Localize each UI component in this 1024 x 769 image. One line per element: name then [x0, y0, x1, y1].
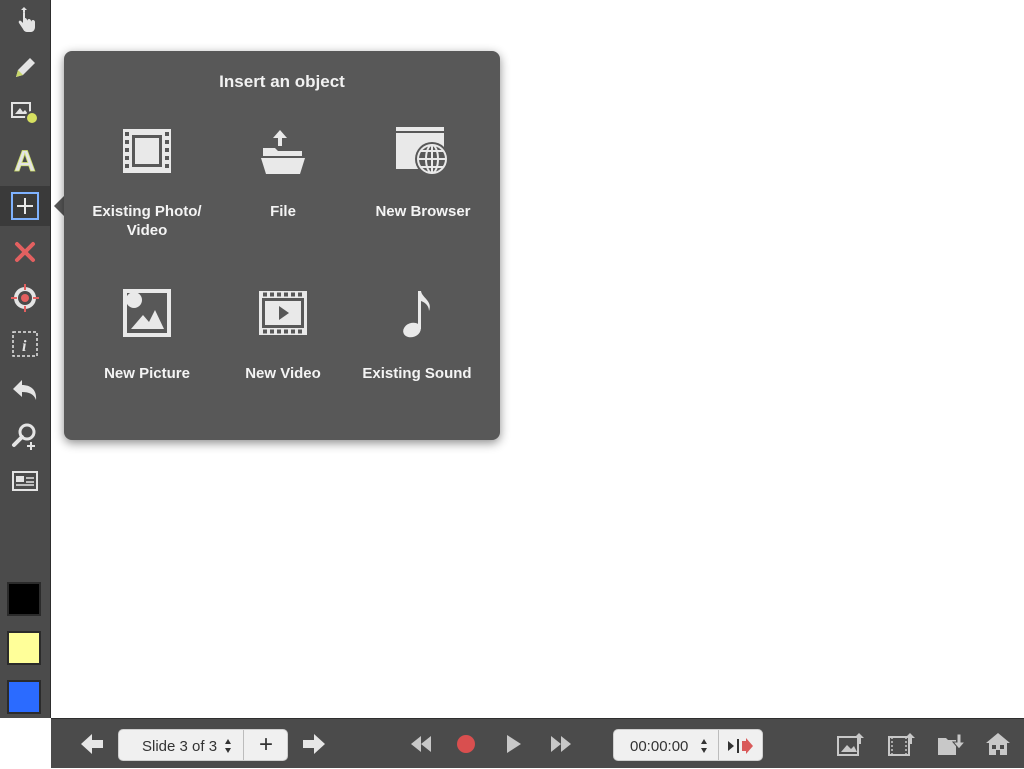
new-picture-label: New Picture — [104, 365, 190, 382]
svg-text:A: A — [14, 145, 36, 174]
slide-image-icon — [12, 471, 38, 491]
picture-export-icon — [837, 733, 864, 756]
time-divider — [718, 730, 719, 760]
existing-sound-label: Existing Sound — [362, 365, 472, 382]
info-box-icon: i — [12, 331, 38, 357]
slide-selector: Slide 3 of 3 + — [118, 729, 288, 761]
new-browser-button[interactable]: New Browser — [353, 122, 493, 221]
time-selector: 00:00:00 — [613, 729, 763, 761]
home-icon — [986, 733, 1010, 755]
folder-upload-icon — [261, 130, 305, 174]
time-display[interactable]: 00:00:00 — [630, 738, 688, 755]
arrow-left-icon — [81, 734, 103, 754]
insert-object-popover: Insert an object Existing Photo/ Video F… — [64, 51, 500, 440]
record-button[interactable] — [451, 719, 481, 769]
delete-tool-button[interactable] — [0, 232, 50, 272]
next-slide-button[interactable] — [299, 719, 329, 769]
zoom-in-icon — [12, 423, 36, 450]
import-button[interactable] — [935, 719, 969, 769]
color-swatch-blue[interactable] — [7, 680, 41, 714]
previous-slide-button[interactable] — [77, 719, 107, 769]
target-icon — [11, 284, 39, 312]
background-tool-button[interactable] — [0, 462, 50, 502]
rewind-icon — [411, 736, 431, 752]
color-swatch-black[interactable] — [7, 582, 41, 616]
new-video-label: New Video — [245, 365, 321, 382]
add-slide-button[interactable]: + — [244, 731, 288, 759]
laser-tool-button[interactable] — [0, 278, 50, 318]
zoom-tool-button[interactable] — [0, 416, 50, 456]
hand-pointer-icon — [18, 7, 35, 32]
file-label: File — [270, 203, 296, 220]
existing-photo-video-label: Existing Photo/ Video — [92, 203, 202, 239]
export-picture-button[interactable] — [834, 719, 868, 769]
new-video-button[interactable]: New Video — [213, 284, 353, 383]
time-stepper-arrows-icon[interactable] — [700, 738, 708, 754]
existing-photo-video-button[interactable]: Existing Photo/ Video — [77, 122, 217, 240]
shapes-icon — [11, 102, 39, 125]
left-toolbar: A i — [0, 0, 51, 718]
film-strip-icon — [123, 129, 171, 173]
undo-tool-button[interactable] — [0, 370, 50, 410]
fast-forward-icon — [551, 736, 571, 752]
fast-forward-button[interactable] — [546, 719, 576, 769]
video-export-icon — [888, 733, 915, 756]
text-a-icon: A — [14, 145, 36, 174]
shapes-tool-button[interactable] — [0, 93, 50, 133]
pen-tool-button[interactable] — [0, 48, 50, 88]
browser-globe-icon — [396, 127, 449, 176]
pointer-tool-button[interactable] — [0, 2, 50, 42]
home-button[interactable] — [981, 719, 1015, 769]
stepper-arrows-icon[interactable] — [224, 738, 232, 754]
insert-object-tool-button[interactable] — [0, 186, 50, 226]
split-audio-icon[interactable] — [726, 737, 754, 755]
color-swatch-yellow[interactable] — [7, 631, 41, 665]
pencil-icon — [16, 58, 35, 77]
existing-sound-button[interactable]: Existing Sound — [347, 284, 487, 383]
x-icon — [15, 242, 35, 262]
video-play-icon — [259, 291, 307, 335]
file-button[interactable]: File — [213, 122, 353, 221]
export-video-button[interactable] — [885, 719, 919, 769]
music-note-icon — [403, 291, 430, 338]
bottom-toolbar: Slide 3 of 3 + 00:00:00 — [51, 718, 1024, 768]
play-button[interactable] — [499, 719, 529, 769]
rewind-button[interactable] — [406, 719, 436, 769]
plus-box-icon — [11, 192, 39, 220]
new-browser-label: New Browser — [375, 203, 471, 220]
undo-icon — [13, 380, 37, 400]
text-tool-button[interactable]: A — [0, 139, 50, 179]
folder-import-icon — [938, 733, 967, 755]
slide-label[interactable]: Slide 3 of 3 — [142, 738, 217, 755]
popover-title: Insert an object — [219, 72, 345, 91]
arrow-right-icon — [303, 734, 325, 754]
info-tool-button[interactable]: i — [0, 324, 50, 364]
play-icon — [507, 735, 521, 753]
picture-icon — [123, 289, 171, 337]
svg-text:i: i — [22, 338, 27, 355]
record-icon — [457, 735, 475, 753]
new-picture-button[interactable]: New Picture — [77, 284, 217, 383]
